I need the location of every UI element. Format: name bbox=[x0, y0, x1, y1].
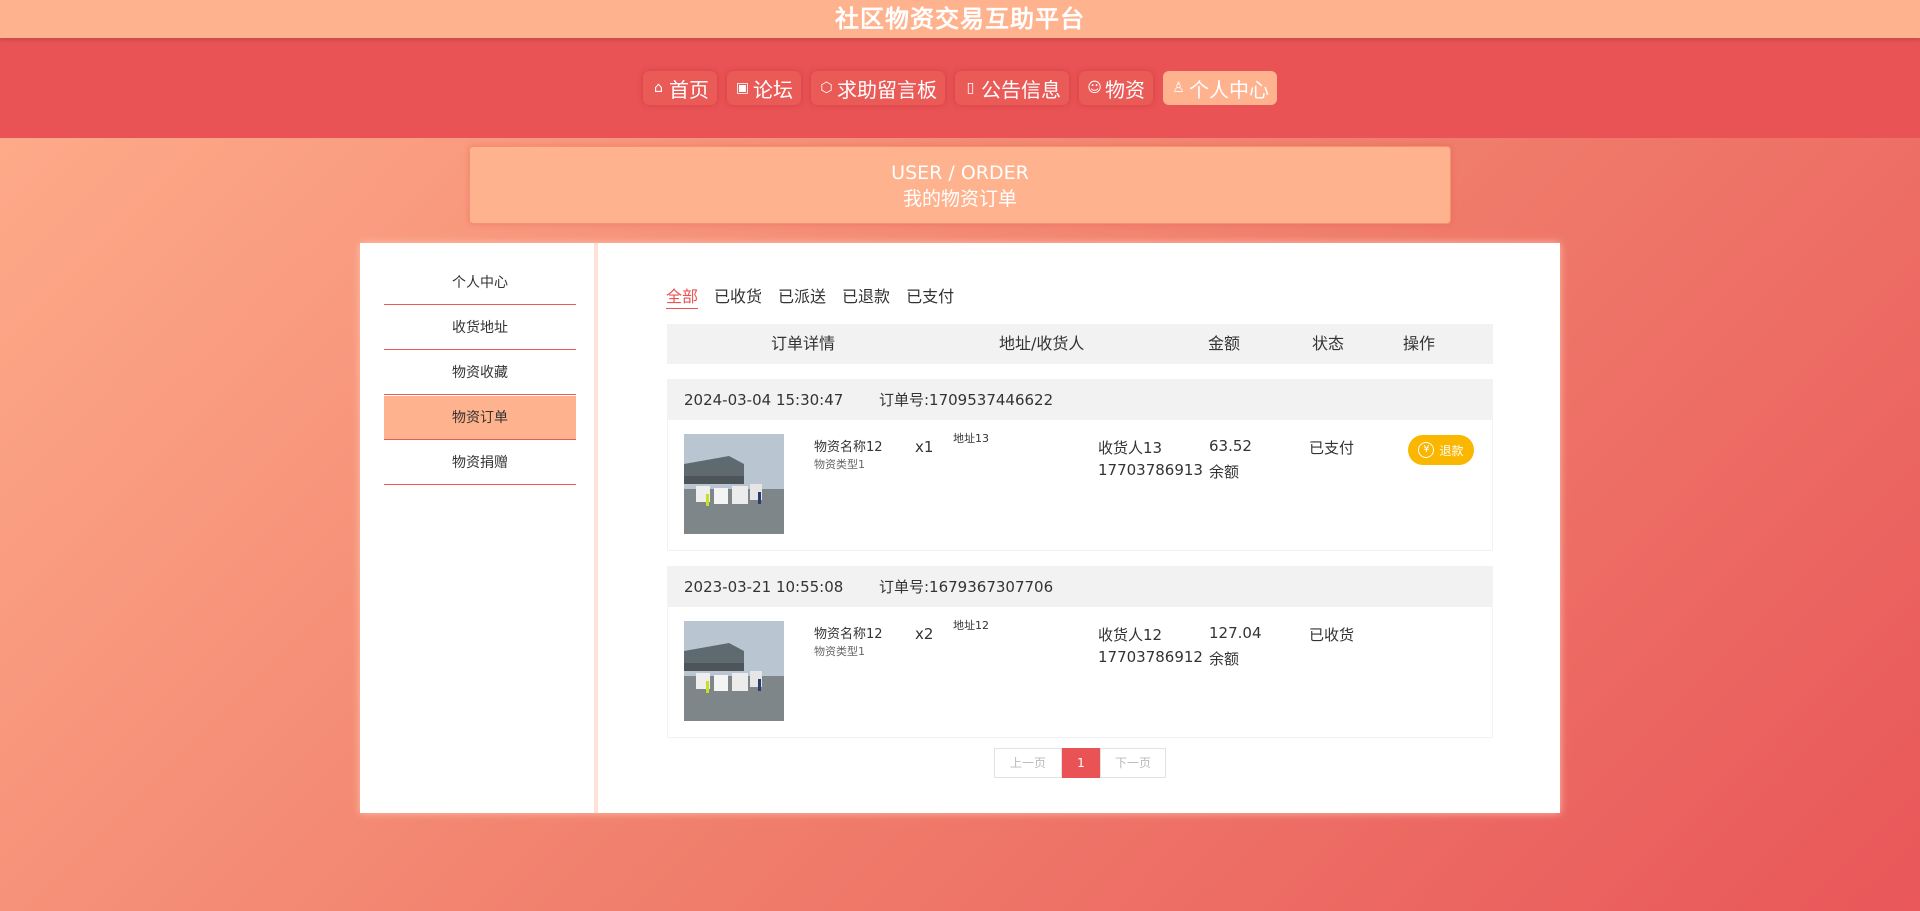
order-address: 地址12 bbox=[953, 619, 989, 632]
tab-all[interactable]: 全部 bbox=[666, 283, 699, 309]
pagination: 上一页 1 下一页 bbox=[994, 748, 1166, 778]
sidebar-item-donation[interactable]: 物资捐赠 bbox=[384, 441, 576, 485]
header-order-detail: 订单详情 bbox=[771, 334, 836, 353]
nav-item-notice[interactable]: ▯ 公告信息 bbox=[955, 71, 1069, 105]
sidebar-item-favorites[interactable]: 物资收藏 bbox=[384, 351, 576, 395]
goods-quantity: x1 bbox=[915, 438, 934, 456]
goods-image[interactable] bbox=[684, 621, 784, 721]
table-header: 订单详情 地址/收货人 金额 状态 操作 bbox=[667, 324, 1493, 364]
next-page-button[interactable]: 下一页 bbox=[1100, 748, 1166, 778]
goods-type: 物资类型1 bbox=[814, 458, 865, 471]
page-number-button[interactable]: 1 bbox=[1062, 748, 1100, 778]
nav-item-label: 个人中心 bbox=[1189, 77, 1269, 102]
gift-icon: ▣ bbox=[735, 80, 750, 96]
nav-item-label: 求助留言板 bbox=[837, 77, 937, 102]
order-body: 物资名称12 物资类型1 x1 地址13 收货人13 17703786913 6… bbox=[668, 420, 1492, 550]
nav-item-label: 物资 bbox=[1105, 77, 1145, 102]
nav-item-user-center[interactable]: ♙ 个人中心 bbox=[1163, 71, 1277, 105]
order-body: 物资名称12 物资类型1 x2 地址12 收货人12 17703786912 1… bbox=[668, 607, 1492, 737]
site-title: 社区物资交易互助平台 bbox=[835, 5, 1085, 33]
tab-refunded[interactable]: 已退款 bbox=[842, 283, 890, 309]
goods-name: 物资名称12 bbox=[814, 627, 883, 642]
order-address: 地址13 bbox=[953, 432, 989, 445]
nav-item-home[interactable]: ⌂ 首页 bbox=[643, 71, 717, 105]
nav-item-help-board[interactable]: ⬡ 求助留言板 bbox=[811, 71, 945, 105]
sidebar-item-user-center[interactable]: 个人中心 bbox=[384, 261, 576, 305]
order-number: 订单号:1709537446622 bbox=[879, 391, 1054, 409]
receiver-name: 收货人12 bbox=[1098, 626, 1163, 644]
tab-received[interactable]: 已收货 bbox=[714, 283, 762, 309]
order-header: 2024-03-04 15:30:47 订单号:1709537446622 bbox=[668, 380, 1492, 420]
nav-item-forum[interactable]: ▣ 论坛 bbox=[727, 71, 801, 105]
refund-button[interactable]: ¥ 退款 bbox=[1408, 435, 1474, 465]
order-status: 已支付 bbox=[1309, 439, 1355, 457]
order-header: 2023-03-21 10:55:08 订单号:1679367307706 bbox=[668, 567, 1492, 607]
order-card: 2023-03-21 10:55:08 订单号:1679367307706 物资… bbox=[667, 566, 1493, 738]
order-tabs: 全部 已收货 已派送 已退款 已支付 bbox=[666, 283, 954, 309]
prev-page-button[interactable]: 上一页 bbox=[994, 748, 1062, 778]
goods-type: 物资类型1 bbox=[814, 645, 865, 658]
main-panel: 个人中心 收货地址 物资收藏 物资订单 物资捐赠 全部 已收货 已派送 已退款 … bbox=[360, 243, 1560, 813]
book-icon: ▯ bbox=[966, 80, 975, 96]
order-number: 订单号:1679367307706 bbox=[879, 578, 1054, 596]
sidebar-item-orders[interactable]: 物资订单 bbox=[384, 396, 576, 440]
payment-method: 余额 bbox=[1209, 650, 1240, 668]
payment-method: 余额 bbox=[1209, 463, 1240, 481]
smile-icon: ☺ bbox=[1087, 80, 1102, 96]
tab-paid[interactable]: 已支付 bbox=[906, 283, 954, 309]
banner-title-zh: 我的物资订单 bbox=[902, 188, 1017, 210]
header-status: 状态 bbox=[1312, 334, 1345, 353]
order-time: 2023-03-21 10:55:08 bbox=[684, 578, 844, 596]
user-icon: ♙ bbox=[1172, 80, 1185, 96]
title-bar: 社区物资交易互助平台 bbox=[0, 0, 1920, 38]
main-nav: ⌂ 首页 ▣ 论坛 ⬡ 求助留言板 ▯ 公告信息 ☺ 物资 ♙ 个人中心 bbox=[0, 38, 1920, 138]
order-amount: 63.52 bbox=[1209, 437, 1252, 455]
order-status: 已收货 bbox=[1309, 626, 1355, 644]
order-card: 2024-03-04 15:30:47 订单号:1709537446622 物资… bbox=[667, 379, 1493, 551]
goods-image[interactable] bbox=[684, 434, 784, 534]
page-banner: USER / ORDER 我的物资订单 bbox=[469, 146, 1451, 224]
receiver-name: 收货人13 bbox=[1098, 439, 1163, 457]
sidebar: 个人中心 收货地址 物资收藏 物资订单 物资捐赠 bbox=[360, 243, 598, 813]
tab-shipped[interactable]: 已派送 bbox=[778, 283, 826, 309]
nav-item-label: 公告信息 bbox=[981, 77, 1061, 102]
sidebar-item-address[interactable]: 收货地址 bbox=[384, 306, 576, 350]
cube-icon: ⬡ bbox=[820, 80, 833, 96]
order-time: 2024-03-04 15:30:47 bbox=[684, 391, 844, 409]
header-address-receiver: 地址/收货人 bbox=[999, 334, 1085, 353]
yen-icon: ¥ bbox=[1418, 442, 1435, 458]
header-action: 操作 bbox=[1403, 334, 1436, 353]
nav-item-label: 论坛 bbox=[753, 77, 793, 102]
receiver-phone: 17703786912 bbox=[1098, 648, 1203, 666]
nav-item-label: 首页 bbox=[669, 77, 709, 102]
header-amount: 金额 bbox=[1208, 334, 1241, 353]
nav-item-goods[interactable]: ☺ 物资 bbox=[1079, 71, 1153, 105]
order-amount: 127.04 bbox=[1209, 624, 1262, 642]
banner-title-en: USER / ORDER bbox=[891, 162, 1029, 184]
home-icon: ⌂ bbox=[654, 80, 663, 96]
goods-quantity: x2 bbox=[915, 625, 934, 643]
goods-name: 物资名称12 bbox=[814, 440, 883, 455]
receiver-phone: 17703786913 bbox=[1098, 461, 1203, 479]
refund-button-label: 退款 bbox=[1439, 443, 1464, 458]
